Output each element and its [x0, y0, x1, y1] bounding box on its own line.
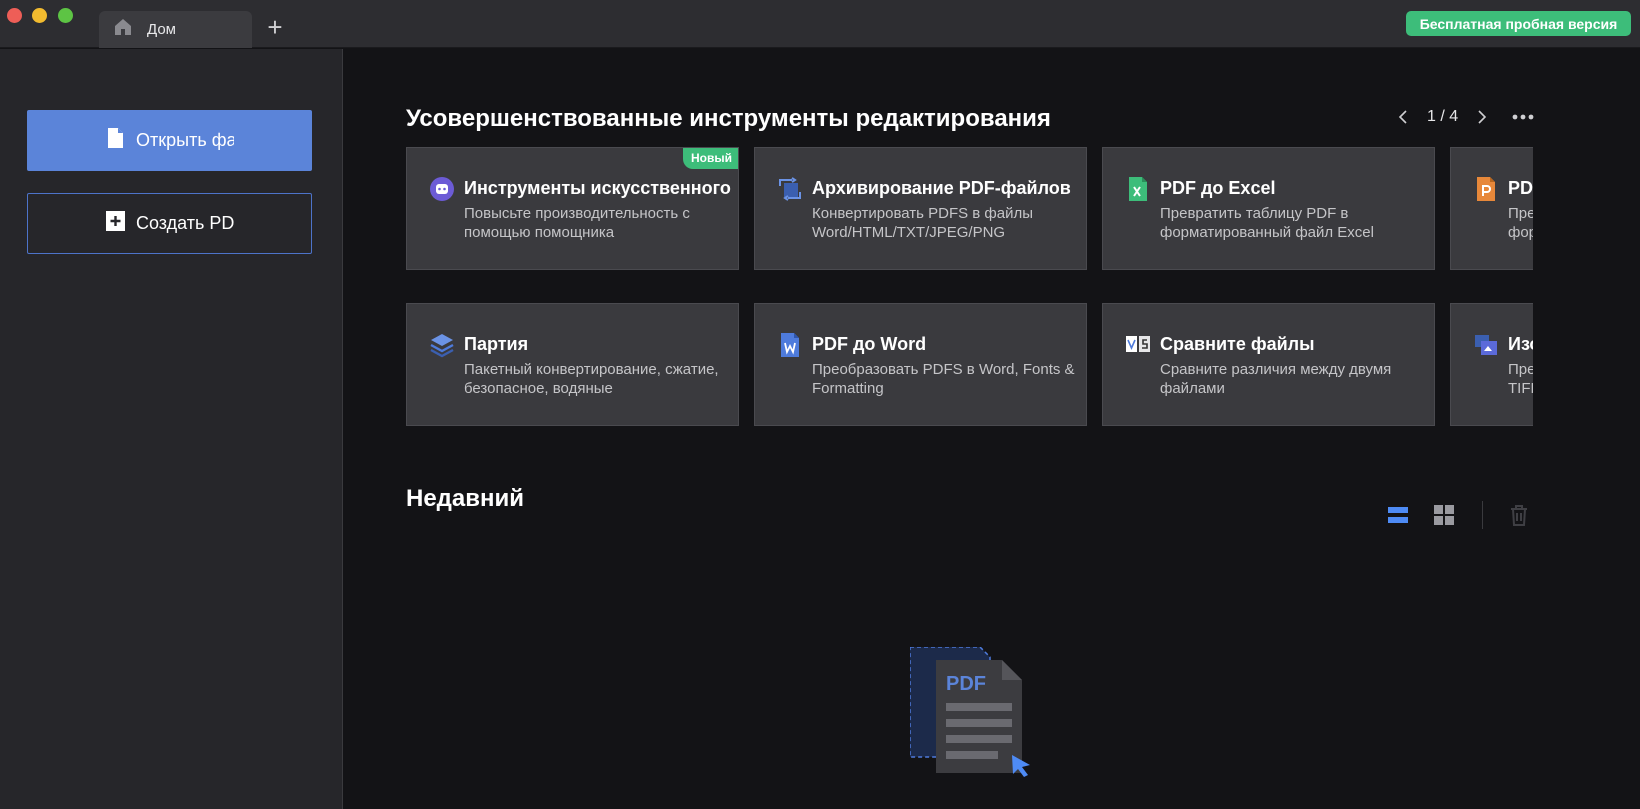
tool-card-word[interactable]: PDF до Word Преобразовать PDFS в Word, F…	[754, 303, 1087, 426]
open-file-label: Открыть фа	[136, 130, 234, 150]
tool-card-desc: Сравните различия между двумя файлами	[1160, 361, 1392, 397]
tools-section-title: Усовершенствованные инструменты редактир…	[406, 105, 1051, 132]
tool-card-desc: Преобразовать PDFS в Word, Fonts & Forma…	[812, 361, 1075, 397]
new-tab-button[interactable]: +	[264, 14, 286, 40]
grid-view-icon	[1434, 505, 1454, 525]
empty-state-illustration: PDF	[909, 646, 1040, 787]
trash-icon	[1511, 505, 1527, 526]
word-icon	[777, 332, 803, 358]
tool-card-desc: Превратить таблицу PDF в форматированный…	[1160, 205, 1374, 241]
chevron-right-icon	[1478, 110, 1487, 124]
tab-label: Дом	[147, 21, 176, 38]
toolbar-divider	[1482, 501, 1483, 529]
tool-card-ai[interactable]: Новый Инструменты искусственного Повысьт…	[406, 147, 739, 270]
tool-card-powerpoint[interactable]: PDF Пре фор	[1450, 147, 1533, 270]
compare-icon	[1125, 332, 1151, 358]
file-icon	[105, 127, 126, 154]
title-bar: Дом + Бесплатная пробная версия	[0, 0, 1640, 48]
next-page-button[interactable]	[1468, 104, 1496, 130]
recent-section-title: Недавний	[406, 485, 525, 512]
new-badge: Новый	[683, 148, 738, 169]
tool-card-title: Инструменты искусственного	[464, 178, 731, 198]
tool-card-desc: Пре фор	[1508, 205, 1533, 241]
tool-card-title: Партия	[464, 334, 529, 354]
image-icon	[1473, 332, 1499, 358]
prev-page-button[interactable]	[1389, 104, 1417, 130]
tool-card-title: PDF до Word	[812, 334, 927, 354]
more-options-button[interactable]	[1509, 104, 1537, 130]
tool-card-desc: Пакетный конвертирование, сжатие, безопа…	[464, 361, 719, 397]
tool-card-desc: Конвертировать PDFS в файлы Word/HTML/TX…	[812, 205, 1034, 241]
tool-card-batch[interactable]: Партия Пакетный конвертирование, сжатие,…	[406, 303, 739, 426]
create-pdf-button[interactable]: Создать PD	[27, 193, 312, 254]
tool-card-title: PDF	[1508, 178, 1533, 198]
list-view-icon	[1388, 507, 1408, 523]
illustration-pdf-text: PDF	[946, 673, 986, 695]
minimize-window-button[interactable]	[32, 8, 47, 23]
tool-card-desc: Пре TIFF	[1508, 361, 1533, 397]
tool-card-excel[interactable]: PDF до Excel Превратить таблицу PDF в фо…	[1102, 147, 1435, 270]
sidebar: Открыть фа Создать PD	[0, 49, 343, 809]
more-dots-icon	[1512, 114, 1534, 120]
tool-card-compare[interactable]: Сравните файлы Сравните различия между д…	[1102, 303, 1435, 426]
tool-card-title: Архивирование PDF-файлов	[812, 178, 1071, 198]
tool-card-title: Изо	[1508, 334, 1533, 354]
plus-square-icon	[105, 210, 126, 237]
list-view-button[interactable]	[1386, 503, 1410, 527]
batch-layers-icon	[429, 332, 455, 358]
main-content: Усовершенствованные инструменты редактир…	[344, 49, 1640, 809]
convert-icon	[777, 176, 803, 202]
page-indicator: 1 / 4	[1427, 108, 1459, 125]
tool-card-title: Сравните файлы	[1160, 334, 1315, 354]
tool-card-desc: Повысьте производительность с помощью по…	[464, 205, 690, 241]
create-pdf-label: Создать PD	[136, 213, 234, 233]
open-file-button[interactable]: Открыть фа	[27, 110, 312, 171]
maximize-window-button[interactable]	[58, 8, 73, 23]
tool-card-title: PDF до Excel	[1160, 178, 1276, 198]
free-trial-button[interactable]: Бесплатная пробная версия	[1406, 11, 1631, 36]
chevron-left-icon	[1398, 110, 1407, 124]
tools-pager: 1 / 4	[1389, 104, 1496, 130]
delete-button[interactable]	[1507, 503, 1531, 527]
tool-card-archive[interactable]: Архивирование PDF-файлов Конвертировать …	[754, 147, 1087, 270]
ai-robot-icon	[429, 176, 455, 202]
excel-icon	[1125, 176, 1151, 202]
powerpoint-icon	[1473, 176, 1499, 202]
close-window-button[interactable]	[7, 8, 22, 23]
grid-view-button[interactable]	[1432, 503, 1456, 527]
tool-card-image[interactable]: Изо Пре TIFF	[1450, 303, 1533, 426]
tools-carousel: Новый Инструменты искусственного Повысьт…	[406, 147, 1533, 477]
home-icon	[113, 17, 133, 42]
tab-home[interactable]: Дом	[99, 11, 252, 48]
